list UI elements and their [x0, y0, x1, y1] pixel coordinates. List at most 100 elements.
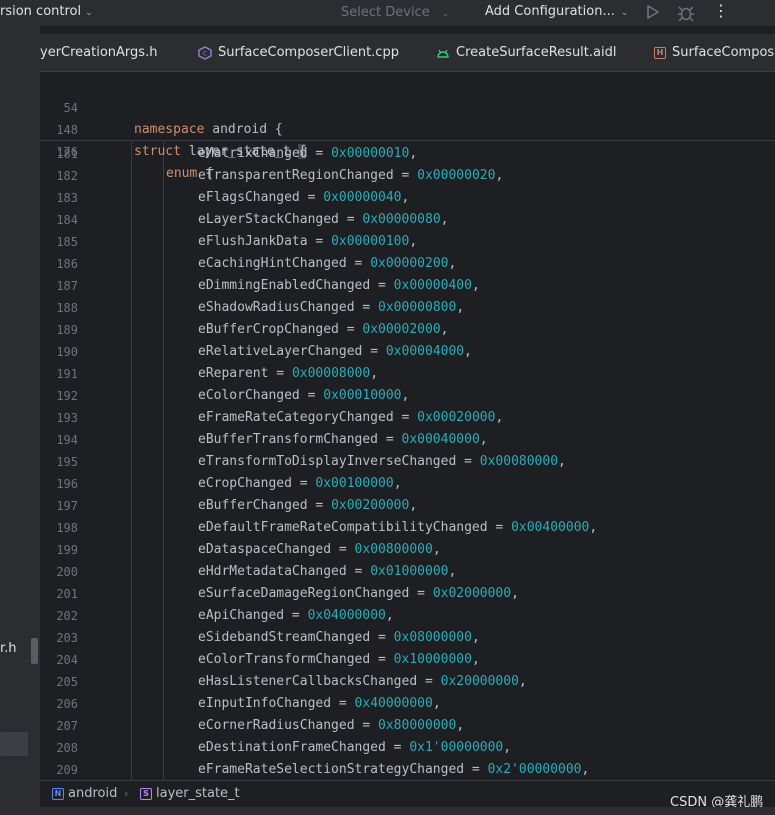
hex-value: 0x00000040 — [323, 190, 402, 205]
line-number: 199 — [56, 543, 78, 557]
code-line[interactable]: 195 eTransformToDisplayInverseChanged = 0… — [40, 451, 775, 473]
code-line[interactable]: 184 eLayerStackChanged = 0x00000080, — [40, 209, 775, 231]
code-line[interactable]: 186 eCachingHintChanged = 0x00000200, — [40, 253, 775, 275]
code-line[interactable]: 205 eHasListenerCallbacksChanged = 0x2000… — [40, 671, 775, 693]
line-number: 201 — [56, 587, 78, 601]
add-configuration-dropdown[interactable]: Add Configuration... ⌄ — [485, 4, 628, 19]
sticky-scroll-header: 54 namespace android { 148 struct layer_… — [40, 73, 775, 181]
operator: = — [331, 696, 355, 711]
comma: , — [589, 520, 598, 535]
code-line[interactable]: 199 eDataspaceChanged = 0x00800000, — [40, 539, 775, 561]
select-device-label: Select Device — [341, 5, 430, 20]
comma: , — [401, 190, 410, 205]
tab-surface-composer[interactable]: H SurfaceCompose — [654, 34, 775, 71]
project-file-item[interactable]: r.h — [0, 641, 17, 656]
code-line[interactable]: 189 eBufferCropChanged = 0x00002000, — [40, 319, 775, 341]
comma: , — [495, 168, 504, 183]
code-line[interactable]: 191 eReparent = 0x00008000, — [40, 363, 775, 385]
operator: = — [331, 542, 355, 557]
hex-value: 0x01000000 — [370, 564, 449, 579]
tab-create-surface-result[interactable]: CreateSurfaceResult.aidl — [436, 34, 616, 71]
enum-constant: eSidebandStreamChanged — [198, 630, 371, 645]
comma: , — [432, 696, 441, 711]
enum-constant: eCropChanged — [198, 476, 292, 491]
tab-surface-composer-client[interactable]: C SurfaceComposerClient.cpp — [198, 34, 399, 71]
code-line[interactable]: 187 eDimmingEnabledChanged = 0x00000400, — [40, 275, 775, 297]
main-toolbar: rsion control ⌄ Select Device ⌄ Add Config… — [0, 0, 775, 26]
line-number: 204 — [56, 653, 78, 667]
debug-icon[interactable] — [676, 3, 696, 23]
code-line[interactable]: 207 eCornerRadiusChanged = 0x80000000, — [40, 715, 775, 737]
code-line[interactable]: 208 eDestinationFrameChanged = 0x1'000000… — [40, 737, 775, 759]
comma: , — [440, 322, 449, 337]
code-editor[interactable]: 54 namespace android { 148 struct layer_… — [40, 73, 775, 780]
code-line[interactable]: 190 eRelativeLayerChanged = 0x00004000, — [40, 341, 775, 363]
enum-constant: eDestinationFrameChanged — [198, 740, 386, 755]
line-number: 191 — [56, 367, 78, 381]
code-line[interactable]: 183 eFlagsChanged = 0x00000040, — [40, 187, 775, 209]
version-control-menu[interactable]: rsion control ⌄ — [0, 4, 93, 19]
line-number: 187 — [56, 279, 78, 293]
hex-value: 0x2'00000000 — [487, 762, 582, 777]
operator: = — [307, 498, 332, 513]
operator: = — [299, 190, 324, 205]
hex-value: 0x00008000 — [291, 366, 371, 381]
enum-constant: eApiChanged — [198, 608, 285, 623]
sticky-line[interactable]: 54 namespace android { — [40, 75, 775, 137]
hex-value: 0x00004000 — [385, 344, 465, 359]
sticky-line[interactable]: 176 enum { — [40, 119, 775, 181]
hex-value: 0x00020000 — [417, 410, 496, 425]
code-line[interactable]: 198 eDefaultFrameRateCompatibilityChanged… — [40, 517, 775, 539]
code-line[interactable]: 188 eShadowRadiusChanged = 0x00000800, — [40, 297, 775, 319]
code-line[interactable]: 181 eMatrixChanged = 0x00000010, — [40, 143, 775, 165]
code-line[interactable]: 194 eBufferTransformChanged = 0x00040000, — [40, 429, 775, 451]
code-line[interactable]: 202 eApiChanged = 0x04000000, — [40, 605, 775, 627]
code-line[interactable]: 193 eFrameRateCategoryChanged = 0x0002000… — [40, 407, 775, 429]
enum-constant: eShadowRadiusChanged — [198, 300, 355, 315]
code-line[interactable]: 203 eSidebandStreamChanged = 0x08000000, — [40, 627, 775, 649]
enum-constant: eCachingHintChanged — [198, 256, 347, 271]
enum-constant: eColorChanged — [198, 388, 300, 403]
tab-layer-creation-args[interactable]: yerCreationArgs.h — [40, 34, 186, 71]
line-number: 203 — [56, 631, 78, 645]
line-number: 185 — [56, 235, 78, 249]
operator: = — [417, 674, 441, 689]
code-line[interactable]: 201 eSurfaceDamageRegionChanged = 0x02000… — [40, 583, 775, 605]
line-number: 197 — [56, 499, 78, 513]
project-selected-item[interactable] — [0, 732, 28, 756]
comma: , — [409, 498, 418, 513]
line-number: 194 — [56, 433, 78, 447]
line-number: 206 — [56, 697, 78, 711]
hex-value: 0x00080000 — [479, 454, 559, 469]
code-line[interactable]: 206 eInputInfoChanged = 0x40000000, — [40, 693, 775, 715]
line-number: 207 — [56, 719, 78, 733]
line-number: 200 — [56, 565, 78, 579]
scrollbar-thumb[interactable] — [31, 638, 38, 664]
more-options-icon[interactable]: ⋮ — [711, 2, 731, 22]
operator: = — [370, 278, 394, 293]
code-line[interactable]: 196 eCropChanged = 0x00100000, — [40, 473, 775, 495]
comma: , — [581, 762, 590, 777]
project-panel: r.h — [0, 26, 40, 815]
code-line[interactable]: 209 eFrameRateSelectionStrategyChanged = … — [40, 759, 775, 780]
code-line[interactable]: 204 eColorTransformChanged = 0x10000000, — [40, 649, 775, 671]
code-line[interactable]: 192 eColorChanged = 0x00010000, — [40, 385, 775, 407]
namespace-icon: N — [52, 787, 64, 800]
hex-value: 0x00000400 — [393, 278, 472, 293]
breadcrumb-struct[interactable]: S layer_state_t — [140, 786, 240, 801]
line-number: 184 — [56, 213, 78, 227]
enum-constant: eBufferCropChanged — [198, 322, 339, 337]
enum-constant: eHdrMetadataChanged — [198, 564, 347, 579]
code-line[interactable]: 197 eBufferChanged = 0x00200000, — [40, 495, 775, 517]
sticky-line[interactable]: 148 struct layer_state_t { — [40, 97, 775, 159]
breadcrumb-namespace[interactable]: N android — [52, 786, 117, 801]
select-device-dropdown[interactable]: Select Device ⌄ — [341, 5, 449, 20]
tab-label: SurfaceCompose — [672, 45, 775, 60]
operator: = — [284, 608, 308, 623]
code-line[interactable]: 200 eHdrMetadataChanged = 0x01000000, — [40, 561, 775, 583]
run-icon[interactable] — [643, 3, 661, 21]
code-line[interactable]: 185 eFlushJankData = 0x00000100, — [40, 231, 775, 253]
operator: = — [346, 256, 371, 271]
tab-label: yerCreationArgs.h — [40, 45, 158, 60]
code-line[interactable]: 182 eTransparentRegionChanged = 0x0000002… — [40, 165, 775, 187]
